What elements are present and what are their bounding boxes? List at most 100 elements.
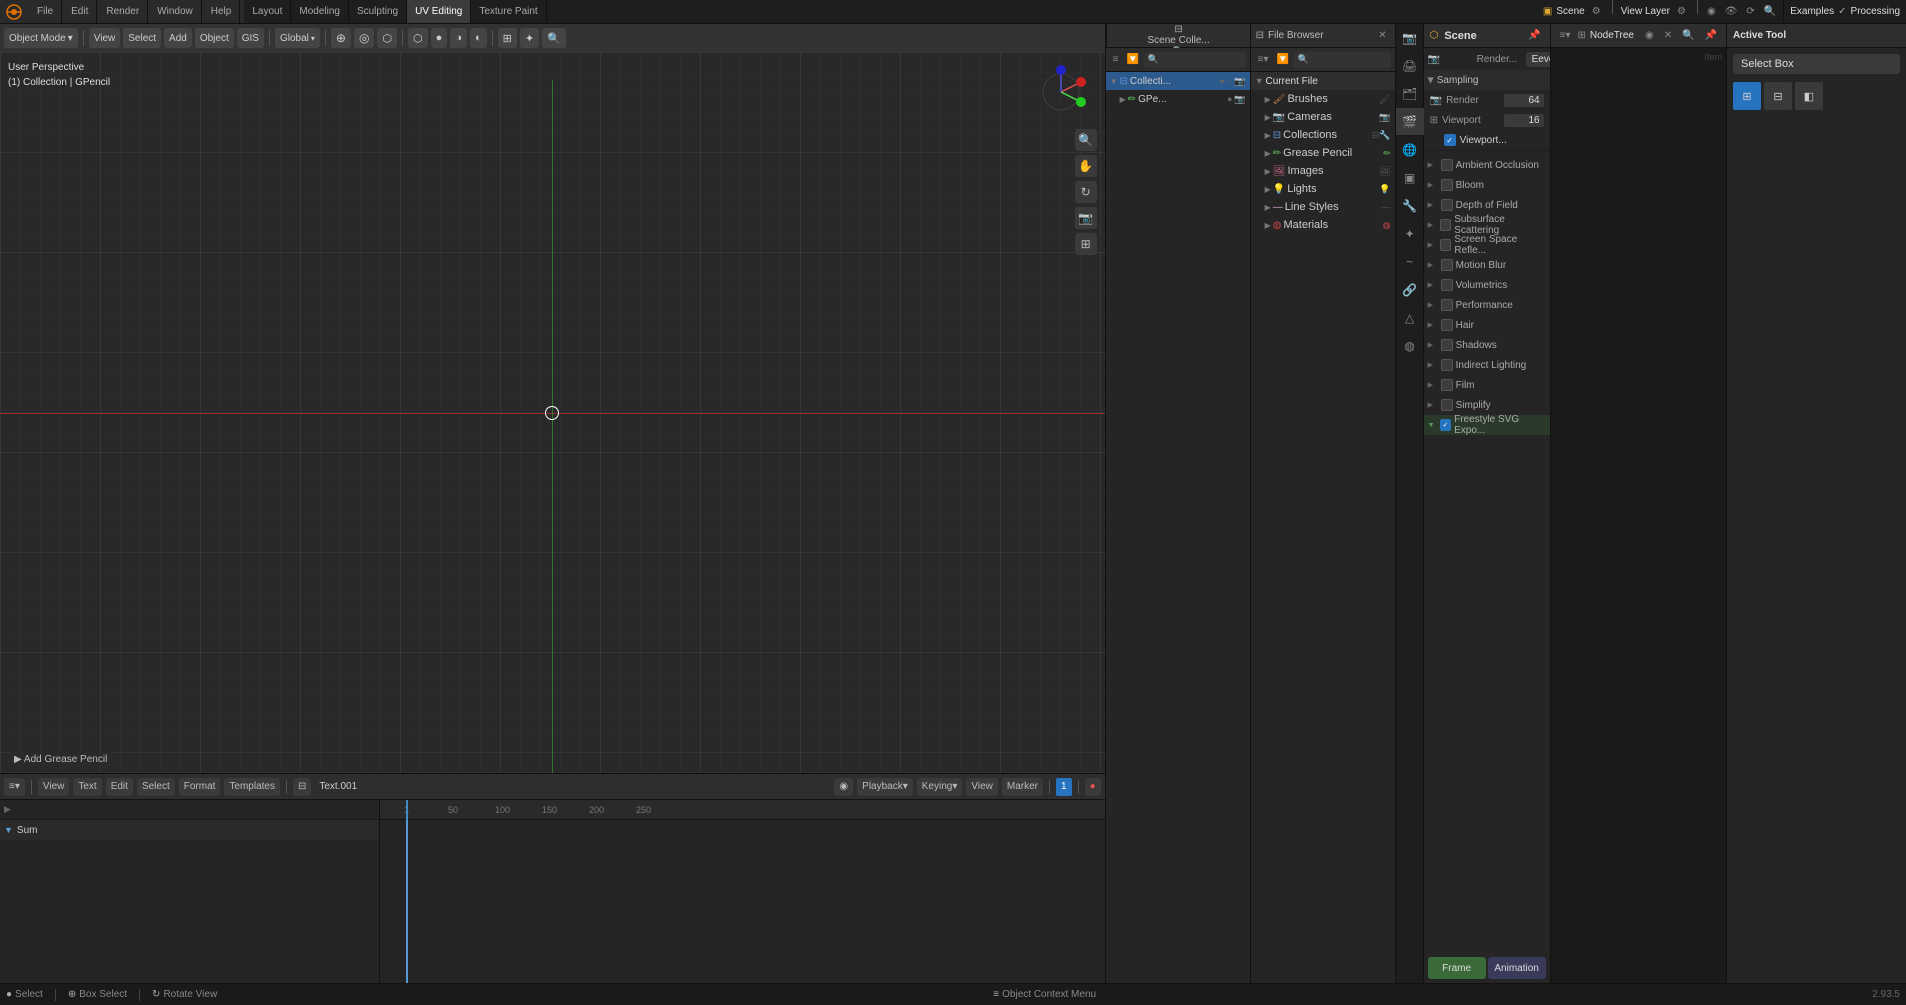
il-enable[interactable] [1441, 359, 1453, 371]
menu-edit[interactable]: Edit [63, 0, 97, 23]
outliner-view-btn[interactable]: ≡ [1110, 53, 1122, 66]
shading-wire-btn[interactable]: ⬡ [408, 28, 428, 48]
mb-enable[interactable] [1441, 259, 1453, 271]
section-ambient-occlusion[interactable]: ▶ Ambient Occlusion [1424, 155, 1550, 175]
view-layer-settings-btn[interactable]: ⚙ [1674, 5, 1689, 18]
section-dof[interactable]: ▶ Depth of Field [1424, 195, 1550, 215]
tl-keying-btn[interactable]: Keying▾ [917, 778, 963, 796]
nt-overlay-btn[interactable]: ✕ [1661, 29, 1675, 42]
render-icon[interactable]: ◉ [1704, 5, 1719, 18]
render-engine-dropdown[interactable]: Eevee ▾ [1526, 52, 1550, 67]
nt-mode-btn[interactable]: ≡▾ [1557, 29, 1574, 42]
fb-view-btn[interactable]: ≡▾ [1255, 53, 1272, 66]
outliner-vis-icon[interactable]: ● [1220, 76, 1225, 87]
viewport-gizmo[interactable] [1031, 62, 1091, 122]
ssr-enable[interactable] [1440, 239, 1451, 251]
workspace-tab-texture-paint[interactable]: Texture Paint [471, 0, 546, 23]
transform-global-btn[interactable]: Global [275, 28, 320, 48]
view-icon[interactable]: 👁 [1722, 5, 1741, 18]
gizmo-btn[interactable]: ✦ [520, 28, 539, 48]
perf-enable[interactable] [1441, 299, 1453, 311]
tl-rec-btn[interactable]: ● [1085, 778, 1101, 796]
props-tab-scene[interactable]: 🎬 [1396, 108, 1424, 136]
blender-logo[interactable] [4, 2, 24, 22]
orbit-btn[interactable]: ↻ [1075, 181, 1097, 203]
transform-btn[interactable]: ⬡ [377, 28, 397, 48]
proportional-btn[interactable]: ◎ [354, 28, 374, 48]
bloom-enable[interactable] [1441, 179, 1453, 191]
section-motion-blur[interactable]: ▶ Motion Blur [1424, 255, 1550, 275]
workspace-tab-uv-editing[interactable]: UV Editing [407, 0, 471, 23]
section-sss[interactable]: ▶ Subsurface Scattering [1424, 215, 1550, 235]
view-btn[interactable]: View [89, 28, 121, 48]
shadows-enable[interactable] [1441, 339, 1453, 351]
outliner-hide-icon[interactable]: ○ [1227, 76, 1232, 87]
viewport-mode-btn[interactable]: Object Mode▾ [4, 28, 78, 48]
nt-pin-btn[interactable]: ◉ [1642, 29, 1657, 42]
zoom-in-btn[interactable]: 🔍 [1075, 129, 1097, 151]
outliner-filter2-btn[interactable]: 🔽 [1123, 53, 1141, 66]
props-tab-data[interactable]: △ [1396, 304, 1424, 332]
tl-frame-btn[interactable]: 1 [1056, 778, 1072, 796]
animation-btn[interactable]: Animation [1488, 957, 1546, 979]
simplify-enable[interactable] [1441, 399, 1453, 411]
props-tab-render[interactable]: 📷 [1396, 24, 1424, 52]
props-tab-physics[interactable]: ~ [1396, 248, 1424, 276]
tl-view-btn[interactable]: View [38, 778, 70, 796]
tl-marker-btn[interactable]: Marker [1002, 778, 1043, 796]
fb-item-collections[interactable]: ▶ ⊟ Collections ⊟🔧 [1251, 126, 1395, 144]
add-btn[interactable]: Add [164, 28, 192, 48]
fb-close-btn[interactable]: ✕ [1375, 29, 1389, 42]
dof-enable[interactable] [1441, 199, 1453, 211]
gis-btn[interactable]: GIS [237, 28, 264, 48]
menu-file[interactable]: File [29, 0, 62, 23]
props-tab-object[interactable]: ▣ [1396, 164, 1424, 192]
sampling-header[interactable]: ▶ Sampling [1424, 70, 1550, 90]
fb-filter-btn[interactable]: 🔽 [1273, 53, 1291, 66]
section-bloom[interactable]: ▶ Bloom [1424, 175, 1550, 195]
timeline-right-panel[interactable]: 1 50 100 150 200 [380, 800, 1105, 983]
props-tab-world[interactable]: 🌐 [1396, 136, 1424, 164]
nt-search-btn[interactable]: 🔍 [1679, 29, 1697, 42]
grid-view-btn[interactable]: ⊞ [1075, 233, 1097, 255]
fb-item-current-file[interactable]: ▼ Current File [1251, 72, 1395, 90]
object-btn[interactable]: Object [195, 28, 234, 48]
tl-playback-btn[interactable]: ◉ [834, 778, 853, 796]
fb-item-cameras[interactable]: ▶ 📷 Cameras 📷 [1251, 108, 1395, 126]
snap-btn[interactable]: ⊕ [331, 28, 351, 48]
outliner-item-collection[interactable]: ▼ ⊟ Collecti... ● ○ 📷 [1106, 72, 1250, 90]
section-indirect-lighting[interactable]: ▶ Indirect Lighting [1424, 355, 1550, 375]
workspace-tab-modeling[interactable]: Modeling [291, 0, 349, 23]
props-tab-output[interactable]: 🖨 [1396, 52, 1424, 80]
section-performance[interactable]: ▶ Performance [1424, 295, 1550, 315]
viewport-value-input[interactable] [1504, 114, 1544, 127]
tl-format-btn[interactable]: Format [179, 778, 221, 796]
props-tab-material[interactable]: ◍ [1396, 332, 1424, 360]
tl-text-btn[interactable]: Text [73, 778, 101, 796]
fb-item-materials[interactable]: ▶ ◍ Materials ◍ [1251, 216, 1395, 234]
fb-item-grease-pencil[interactable]: ▶ ✏ Grease Pencil ✏ [1251, 144, 1395, 162]
menu-window[interactable]: Window [149, 0, 202, 23]
outliner-item-gpencil[interactable]: ▶ ✏ GPe... ● 📷 [1106, 90, 1250, 108]
scene-settings-btn[interactable]: ⚙ [1589, 5, 1604, 18]
outliner-cam-icon[interactable]: 📷 [1234, 76, 1245, 87]
tl-edit-btn[interactable]: Edit [106, 778, 133, 796]
at-icon-box-3[interactable]: ◧ [1795, 82, 1823, 110]
shading-material-btn[interactable]: ◑ [450, 28, 467, 48]
menu-render[interactable]: Render [98, 0, 148, 23]
film-enable[interactable] [1441, 379, 1453, 391]
scene-name[interactable]: Scene [1556, 6, 1584, 17]
shading-solid-btn[interactable]: ● [431, 28, 448, 48]
hair-enable[interactable] [1441, 319, 1453, 331]
fb-item-lights[interactable]: ▶ 💡 Lights 💡 [1251, 180, 1395, 198]
search-scene-btn[interactable]: 🔍 [542, 28, 566, 48]
fb-item-line-styles[interactable]: ▶ — Line Styles — [1251, 198, 1395, 216]
shading-render-btn[interactable]: ◐ [470, 28, 487, 48]
outliner-gpvis-icon[interactable]: ● [1227, 94, 1232, 105]
sync-icon[interactable]: ⟳ [1743, 5, 1757, 18]
section-volumetrics[interactable]: ▶ Volumetrics [1424, 275, 1550, 295]
tl-playback-menu-btn[interactable]: Playback▾ [857, 778, 913, 796]
search-icon[interactable]: 🔍 [1761, 5, 1779, 18]
menu-help[interactable]: Help [203, 0, 241, 23]
tl-mode-btn[interactable]: ≡▾ [4, 778, 25, 796]
